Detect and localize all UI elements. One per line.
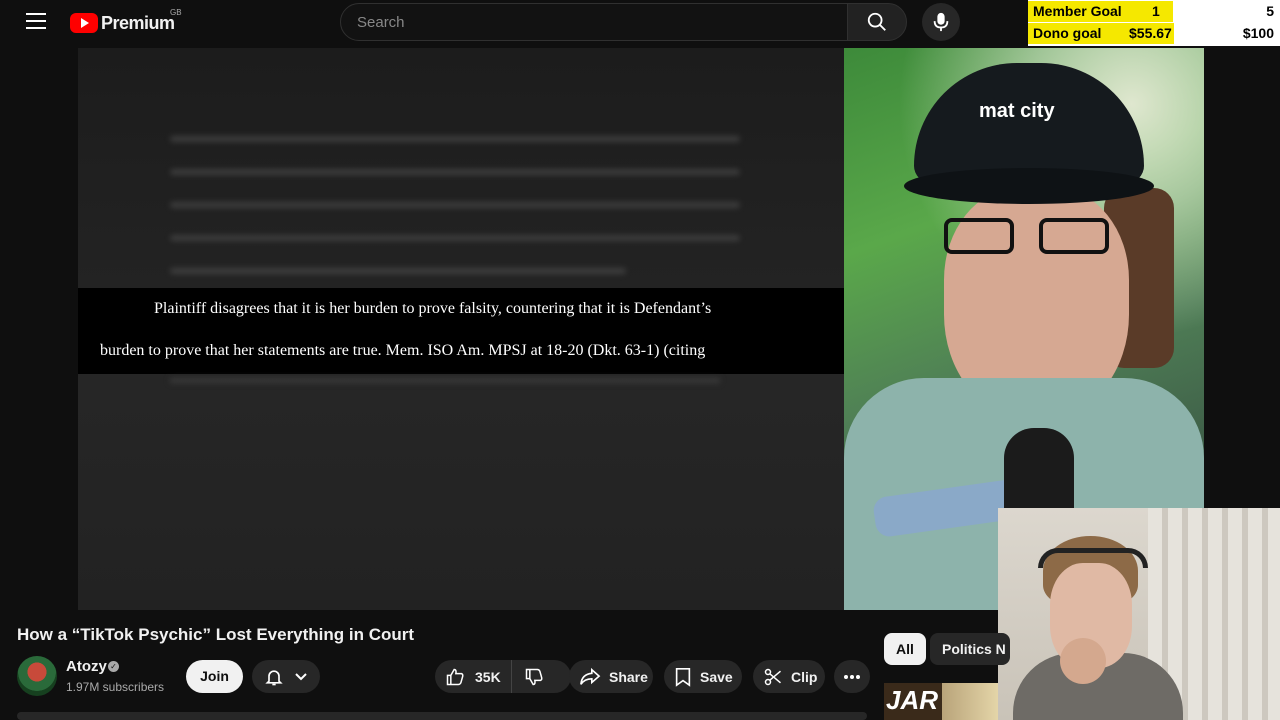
subscriber-count: 1.97M subscribers [66,680,165,694]
share-button[interactable]: Share [569,660,653,693]
video-player[interactable]: Plaintiff disagrees that it is her burde… [78,48,846,610]
search-box [340,3,848,41]
chevron-down-icon [295,672,307,680]
subscription-bell-button[interactable] [252,660,320,693]
search-input[interactable] [341,4,847,40]
stream-goals-overlay: Member Goal 1 5 Dono goal $55.67 $100 [1028,0,1280,46]
scissors-icon [764,668,781,685]
voice-search-button[interactable] [922,3,960,41]
cap-logo-text: mat city [979,100,1055,122]
like-button[interactable]: 35K [435,660,512,693]
member-goal-max: 5 [1266,3,1274,19]
more-horizontal-icon [844,674,860,679]
search-icon [867,12,886,31]
dono-goal-row: Dono goal $55.67 $100 [1028,22,1280,44]
thumbnail-text: JAR [886,685,939,715]
blurred-document-text [170,136,740,301]
hamburger-menu-icon[interactable] [26,13,46,31]
thumbs-down-icon [525,668,543,685]
clip-button[interactable]: Clip [753,660,825,693]
chip-all[interactable]: All [884,633,926,665]
glasses [944,218,1114,258]
more-actions-button[interactable] [834,660,870,693]
bookmark-plus-icon [675,667,691,687]
dono-goal-current: $55.67 [1129,25,1172,41]
description-box-edge [17,712,867,720]
save-button[interactable]: Save [664,660,742,693]
join-button[interactable]: Join [186,660,243,693]
video-title: How a “TikTok Psychic” Lost Everything i… [17,625,415,644]
member-goal-label: Member Goal [1033,3,1122,19]
like-dislike-group: 35K [435,660,571,693]
headphones [1038,548,1148,568]
microphone-icon [933,12,949,32]
share-arrow-icon [580,667,601,685]
member-goal-current: 1 [1152,3,1160,19]
logo-text: Premium [101,12,175,33]
blurred-document-text [170,378,720,383]
like-count: 35K [475,668,501,685]
channel-name[interactable]: Atozy [66,658,107,675]
channel-avatar[interactable] [17,656,57,696]
up-next-thumbnail[interactable]: JAR [884,683,998,720]
thumbs-up-icon [446,668,464,685]
youtube-play-icon [70,13,98,33]
verified-check-icon: ✓ [108,661,119,672]
dono-goal-max: $100 [1242,25,1274,41]
region-code: GB [170,8,182,17]
member-goal-row: Member Goal 1 5 [1028,0,1280,22]
reactor-webcam [998,508,1280,720]
dono-goal-label: Dono goal [1033,25,1102,41]
document-line-1: Plaintiff disagrees that it is her burde… [154,300,712,317]
search-button[interactable] [847,3,907,41]
share-label: Share [609,668,648,685]
dislike-button[interactable] [512,660,556,693]
youtube-premium-logo[interactable]: Premium [70,10,175,36]
document-line-2: burden to prove that her statements are … [100,342,706,359]
bell-icon [265,669,283,685]
clip-label: Clip [791,668,818,685]
chip-politics[interactable]: Politics N [930,633,1010,665]
save-label: Save [700,668,733,685]
